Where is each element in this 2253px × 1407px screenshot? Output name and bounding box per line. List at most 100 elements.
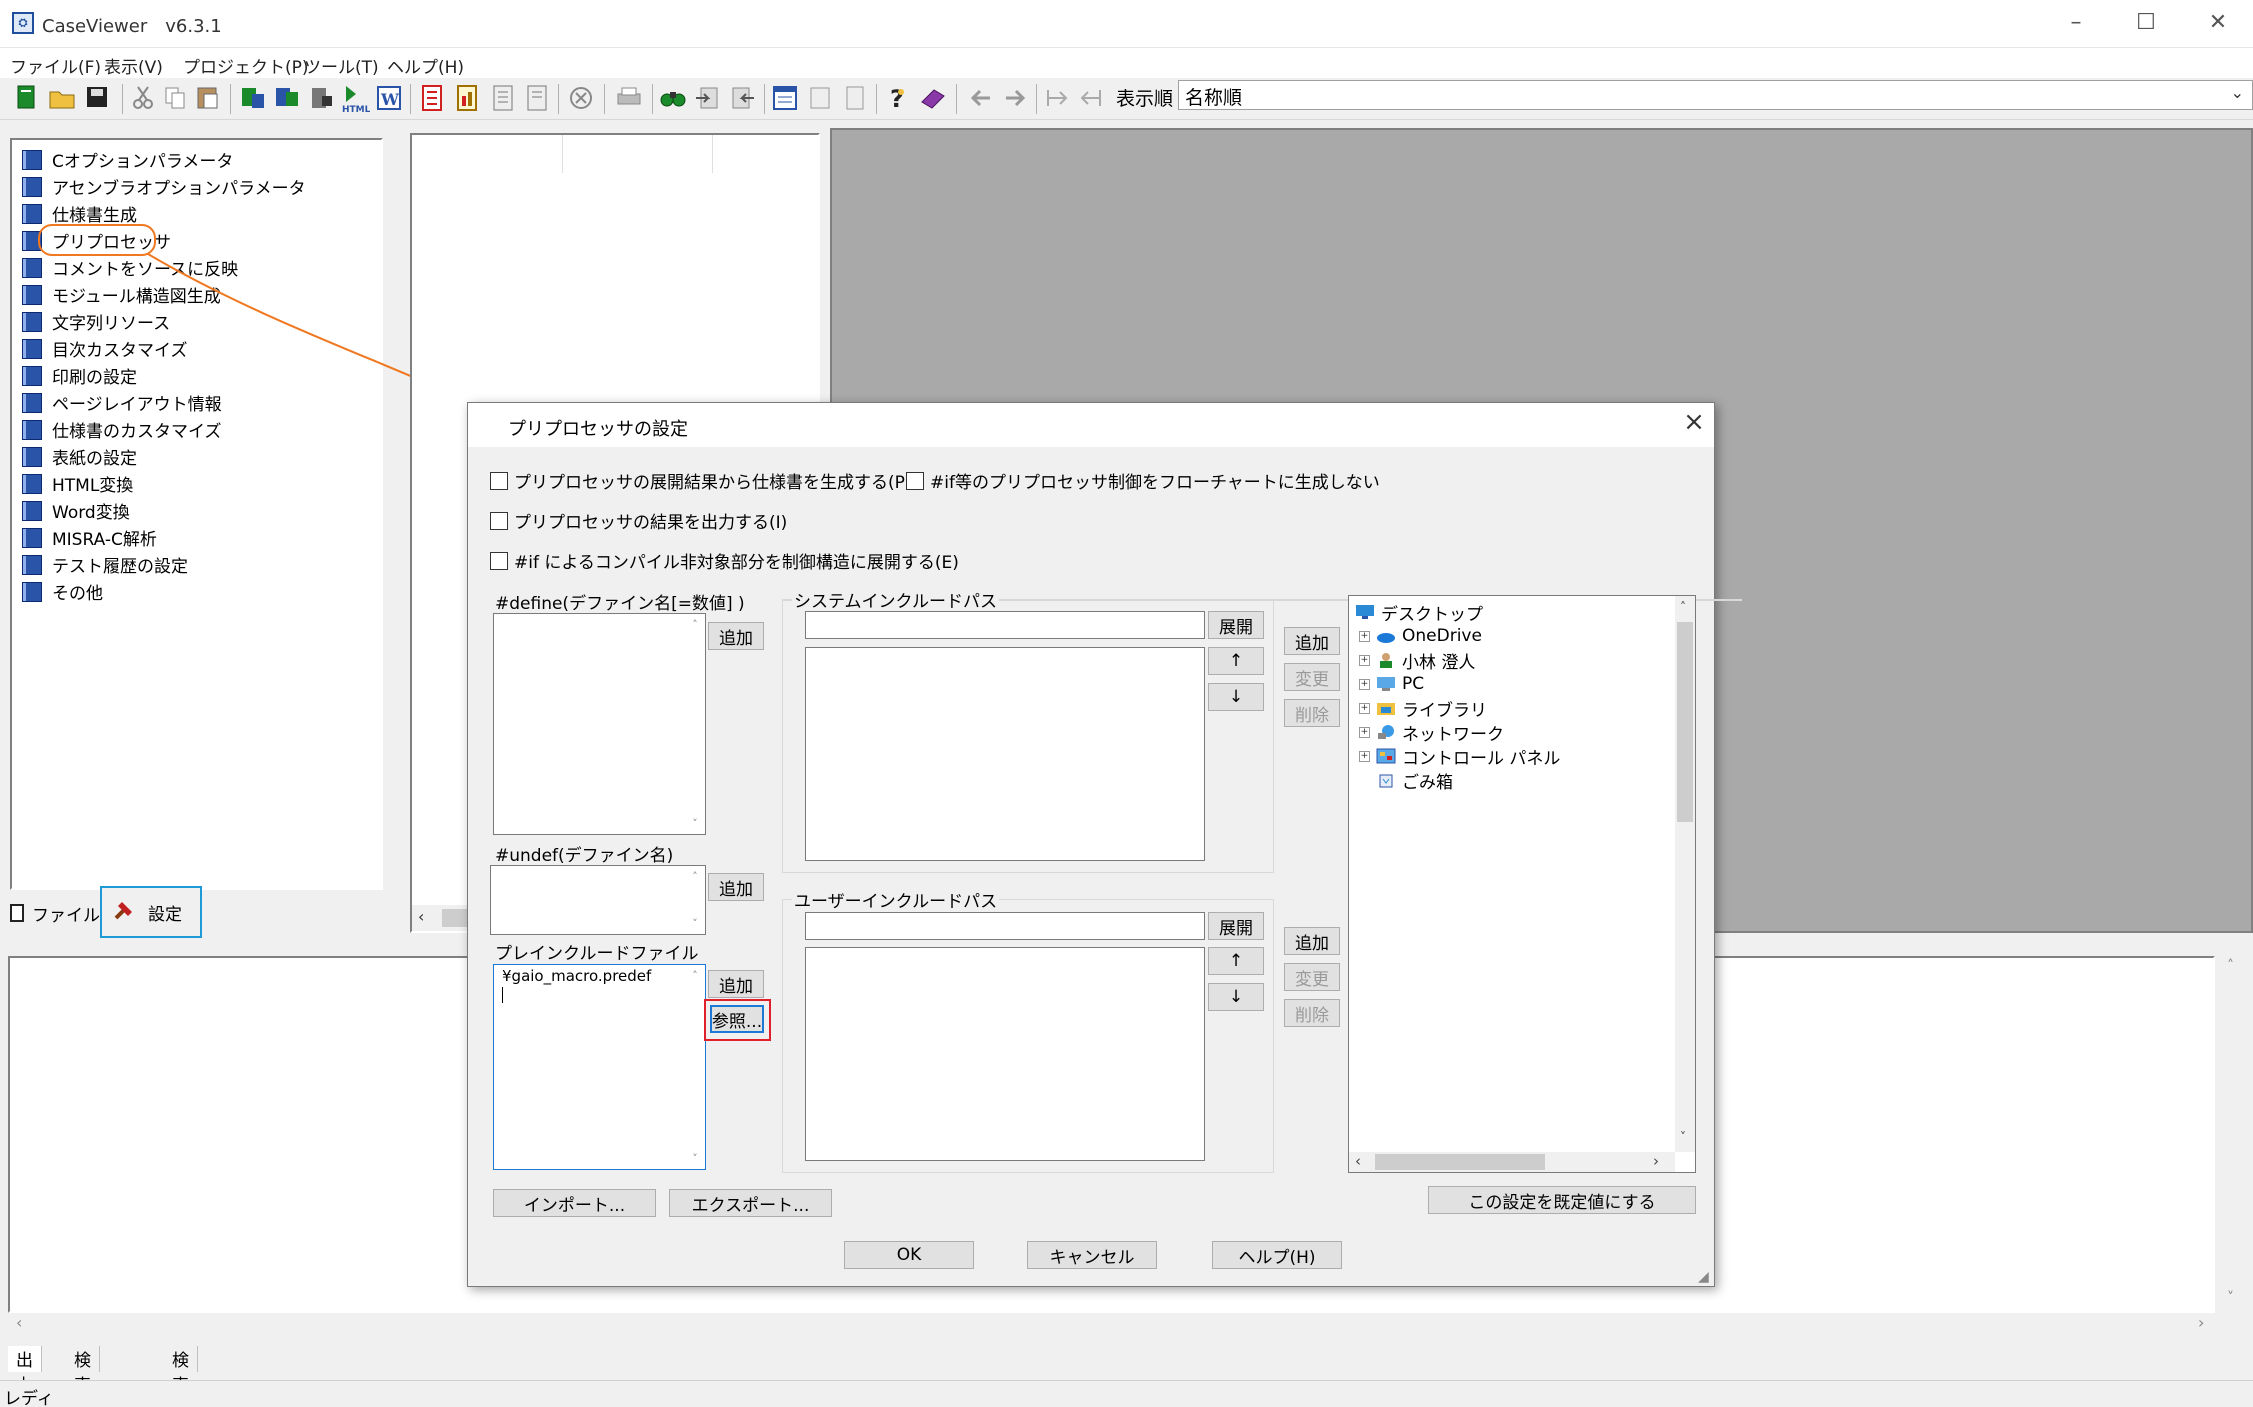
horizontal-scrollbar[interactable]: ‹ ›: [1349, 1152, 1675, 1172]
folder-tree[interactable]: デスクトップ + OneDrive + 小林 澄人 + PC + ライブラリ +…: [1348, 595, 1696, 1173]
word-export-icon[interactable]: W: [374, 82, 404, 114]
browse-button[interactable]: 参照...: [710, 1005, 764, 1033]
tab-settings[interactable]: 設定: [100, 886, 202, 938]
expand-icon[interactable]: +: [1359, 750, 1370, 762]
checkbox-box[interactable]: [490, 471, 508, 490]
compare-icon[interactable]: [805, 82, 835, 114]
find-icon[interactable]: [658, 82, 688, 114]
define-add-button[interactable]: 追加: [708, 622, 764, 650]
expand-icon[interactable]: +: [1359, 678, 1370, 690]
scroll-down-icon[interactable]: ˅: [2227, 1290, 2234, 1306]
flowchart-icon[interactable]: [417, 82, 447, 114]
checkbox-box[interactable]: [906, 471, 924, 490]
tree-item[interactable]: 目次カスタマイズ: [22, 335, 188, 362]
system-down-button[interactable]: ↓: [1208, 683, 1264, 711]
ok-button[interactable]: OK: [844, 1241, 974, 1269]
tree-user[interactable]: + 小林 澄人: [1359, 648, 1475, 673]
order-select[interactable]: 名称順 ⌄: [1178, 80, 2253, 110]
system-add-button[interactable]: 追加: [1284, 627, 1340, 655]
user-up-button[interactable]: ↑: [1208, 947, 1264, 975]
preinclude-list[interactable]: ¥gaio_macro.predef ˄ ˅: [493, 964, 706, 1170]
user-include-list[interactable]: [805, 947, 1205, 1161]
scroll-up-icon[interactable]: ˄: [2227, 958, 2234, 974]
system-change-button[interactable]: 変更: [1284, 663, 1340, 691]
scroll-up-icon[interactable]: ˄: [1680, 600, 1686, 614]
undef-add-button[interactable]: 追加: [708, 873, 764, 901]
tree-recycle-bin[interactable]: ごみ箱: [1376, 768, 1453, 793]
vertical-scrollbar[interactable]: ˄ ˅: [685, 965, 705, 1169]
user-include-input[interactable]: [805, 912, 1205, 940]
tree-item[interactable]: コメントをソースに反映: [22, 254, 238, 281]
jump-in-icon[interactable]: [693, 82, 723, 114]
generate-from-expanded-checkbox[interactable]: プリプロセッサの展開結果から仕様書を生成する(P): [490, 468, 912, 493]
system-include-input[interactable]: [805, 611, 1205, 639]
tree-control-panel[interactable]: + コントロール パネル: [1359, 744, 1560, 769]
close-window-button[interactable]: ✕: [2183, 0, 2253, 48]
user-expand-button[interactable]: 展開: [1208, 912, 1264, 940]
expand-if-checkbox[interactable]: #if によるコンパイル非対象部分を制御構造に展開する(E): [490, 548, 959, 573]
tree-item[interactable]: Word変換: [22, 497, 130, 524]
set-default-button[interactable]: この設定を既定値にする: [1428, 1186, 1696, 1214]
tree-item[interactable]: ページレイアウト情報: [22, 389, 222, 416]
menu-tools[interactable]: ツール(T): [304, 53, 379, 78]
next-diff-icon[interactable]: [1076, 82, 1106, 114]
menu-help[interactable]: ヘルプ(H): [387, 53, 464, 78]
jump-out-icon[interactable]: [727, 82, 757, 114]
html-export-icon[interactable]: HTML: [340, 82, 371, 115]
scroll-right-icon[interactable]: ›: [1653, 1152, 1659, 1170]
scroll-left-icon[interactable]: ‹: [1355, 1152, 1361, 1170]
copy-icon[interactable]: [160, 82, 190, 114]
define-list[interactable]: ˄ ˅: [493, 613, 706, 835]
generate-module-icon[interactable]: [272, 82, 302, 114]
tree-onedrive[interactable]: + OneDrive: [1359, 624, 1482, 648]
tree-desktop[interactable]: デスクトップ: [1355, 600, 1483, 625]
no-flowchart-directives-checkbox[interactable]: #if等のプリプロセッサ制御をフローチャートに生成しない: [906, 468, 1380, 493]
tree-item[interactable]: その他: [22, 578, 103, 605]
user-add-button[interactable]: 追加: [1284, 927, 1340, 955]
output-horizontal-scrollbar[interactable]: ‹ ›: [8, 1313, 2218, 1337]
export-button[interactable]: エクスポート...: [669, 1189, 832, 1217]
save-icon[interactable]: [82, 82, 112, 114]
resize-grip-icon[interactable]: ◢: [1698, 1269, 1709, 1285]
cancel-button[interactable]: キャンセル: [1027, 1241, 1157, 1269]
tab-search-result-1[interactable]: 検索結果1: [66, 1346, 100, 1407]
expand-icon[interactable]: +: [1359, 654, 1370, 666]
output-result-checkbox[interactable]: プリプロセッサの結果を出力する(I): [490, 508, 787, 533]
document-edit-icon[interactable]: [522, 82, 552, 114]
forward-arrow-icon[interactable]: [1000, 82, 1030, 114]
menu-view[interactable]: 表示(V): [104, 53, 163, 78]
generate-spec-icon[interactable]: [238, 82, 268, 114]
tab-search-result-2[interactable]: 検索結果2: [164, 1346, 198, 1407]
user-delete-button[interactable]: 削除: [1284, 999, 1340, 1027]
tree-item[interactable]: MISRA-C解析: [22, 524, 157, 551]
minimize-button[interactable]: –: [2041, 0, 2111, 48]
checkbox-box[interactable]: [490, 551, 508, 570]
tree-item[interactable]: 仕様書のカスタマイズ: [22, 416, 222, 443]
system-include-list[interactable]: [805, 647, 1205, 861]
import-button[interactable]: インポート...: [493, 1189, 656, 1217]
window-icon[interactable]: [770, 82, 800, 114]
paste-icon[interactable]: [193, 82, 223, 114]
help-icon[interactable]: ?: [882, 82, 912, 114]
print-icon[interactable]: [614, 82, 644, 114]
tree-item[interactable]: 印刷の設定: [22, 362, 137, 389]
system-delete-button[interactable]: 削除: [1284, 699, 1340, 727]
tree-item[interactable]: 仕様書生成: [22, 200, 137, 227]
page-icon[interactable]: [840, 82, 870, 114]
stop-icon[interactable]: [566, 82, 596, 114]
user-change-button[interactable]: 変更: [1284, 963, 1340, 991]
tab-file[interactable]: ファイル: [10, 897, 100, 929]
tree-item[interactable]: テスト履歴の設定: [22, 551, 188, 578]
tab-output[interactable]: 出力: [8, 1346, 42, 1396]
system-expand-button[interactable]: 展開: [1208, 611, 1264, 639]
system-up-button[interactable]: ↑: [1208, 647, 1264, 675]
tree-item[interactable]: アセンブラオプションパラメータ: [22, 173, 306, 200]
menu-project[interactable]: プロジェクト(P): [183, 53, 309, 78]
tree-item[interactable]: 文字列リソース: [22, 308, 170, 335]
back-arrow-icon[interactable]: [966, 82, 996, 114]
expand-icon[interactable]: +: [1359, 726, 1370, 738]
new-project-icon[interactable]: [12, 82, 42, 114]
scroll-thumb[interactable]: [1375, 1154, 1545, 1170]
open-folder-icon[interactable]: [47, 82, 77, 114]
manual-icon[interactable]: [918, 82, 948, 114]
